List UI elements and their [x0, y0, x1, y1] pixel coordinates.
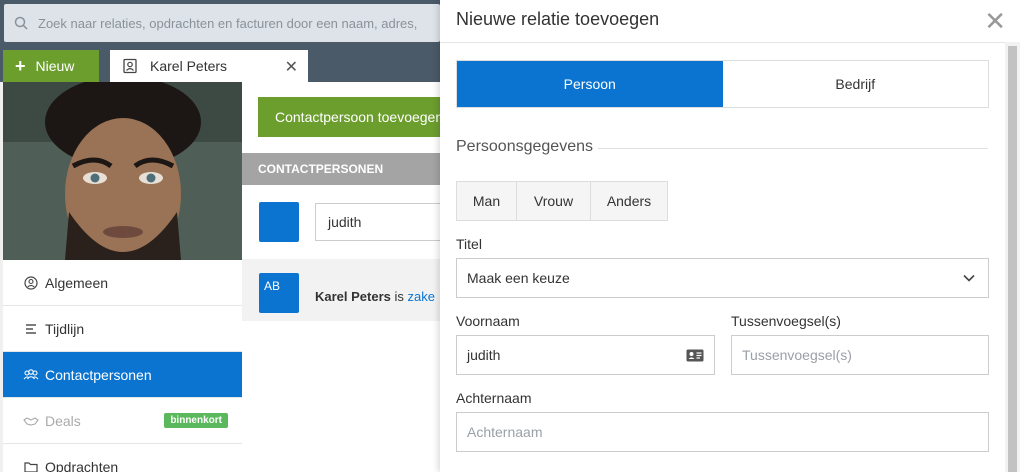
folder-icon [23, 459, 39, 472]
sidebar: Algemeen Tijdlijn Contactpersonen Deals … [3, 260, 249, 472]
achternaam-field[interactable]: Achternaam [456, 412, 989, 452]
gender-option-vrouw[interactable]: Vrouw [517, 182, 591, 220]
sidebar-item-tijdlijn[interactable]: Tijdlijn [3, 306, 242, 352]
sidebar-item-label: Contactpersonen [45, 366, 152, 383]
main-content: Contactpersoon toevoegen CONTACTPERSONEN… [242, 82, 440, 472]
gender-toggle: Man Vrouw Anders [456, 181, 668, 221]
user-circle-icon [23, 275, 39, 291]
achternaam-label: Achternaam [456, 390, 532, 406]
contacts-section-header: CONTACTPERSONEN [242, 153, 440, 185]
tab-karel-peters[interactable]: Karel Peters ✕ [110, 50, 308, 82]
sidebar-item-deals: Deals binnenkort [3, 398, 242, 444]
gender-option-anders[interactable]: Anders [591, 182, 667, 220]
contact-search-input[interactable]: judith [315, 203, 440, 241]
new-button-label: Nieuw [35, 58, 75, 74]
coming-soon-badge: binnenkort [164, 413, 228, 428]
titel-select[interactable]: Maak een keuze [456, 258, 989, 298]
global-search-input[interactable]: Zoek naar relaties, opdrachten en factur… [4, 4, 440, 42]
sidebar-item-opdrachten[interactable]: Opdrachten [3, 444, 242, 472]
contact-description: Karel Peters is zake [315, 289, 435, 304]
section-title: Persoonsgegevens [456, 138, 593, 155]
sidebar-item-label: Algemeen [45, 274, 109, 291]
scrollbar-thumb[interactable] [1008, 46, 1017, 472]
titel-label: Titel [456, 236, 482, 252]
timeline-icon [23, 321, 39, 337]
tab-row: + Nieuw Karel Peters ✕ [0, 50, 440, 82]
id-card-icon [686, 349, 704, 362]
users-icon [23, 367, 39, 383]
new-button[interactable]: + Nieuw [3, 50, 99, 82]
contact-link[interactable]: zake [408, 289, 435, 304]
avatar: AB [259, 273, 299, 313]
tussenvoegsel-field[interactable]: Tussenvoegsel(s) [731, 335, 989, 375]
gender-option-man[interactable]: Man [457, 182, 517, 220]
plus-icon: + [15, 56, 26, 76]
contact-search-row: judith [242, 185, 440, 257]
sidebar-item-label: Deals [45, 412, 81, 429]
voornaam-field[interactable]: judith [456, 335, 715, 375]
contact-name: Karel Peters [315, 289, 391, 304]
relation-type-toggle: Persoon Bedrijf [456, 60, 989, 108]
chevron-down-icon [963, 274, 975, 282]
voornaam-label: Voornaam [456, 313, 520, 329]
sidebar-item-label: Tijdlijn [45, 320, 85, 337]
tussenvoegsel-label: Tussenvoegsel(s) [731, 313, 841, 329]
sidebar-item-algemeen[interactable]: Algemeen [3, 260, 242, 306]
search-icon [14, 16, 28, 30]
list-item[interactable]: AB Karel Peters is zake [242, 259, 440, 321]
titel-select-value: Maak een keuze [467, 270, 570, 286]
scrollbar[interactable] [1005, 42, 1020, 472]
new-relation-panel: Nieuwe relatie toevoegen ✕ Persoon Bedri… [440, 0, 1020, 472]
avatar [259, 202, 299, 242]
close-tab-icon[interactable]: ✕ [285, 57, 298, 77]
close-icon[interactable]: ✕ [984, 8, 1006, 34]
type-option-bedrijf[interactable]: Bedrijf [722, 61, 988, 107]
top-bar: Zoek naar relaties, opdrachten en factur… [0, 0, 440, 50]
profile-photo [3, 82, 242, 260]
sidebar-item-contactpersonen[interactable]: Contactpersonen [3, 352, 249, 398]
divider [440, 42, 1020, 43]
tab-label: Karel Peters [150, 58, 228, 74]
sidebar-item-label: Opdrachten [45, 458, 119, 472]
search-placeholder: Zoek naar relaties, opdrachten en factur… [38, 15, 418, 31]
panel-title: Nieuwe relatie toevoegen [456, 9, 660, 29]
type-option-persoon[interactable]: Persoon [457, 61, 723, 107]
add-contact-button[interactable]: Contactpersoon toevoegen [258, 97, 440, 137]
voornaam-value: judith [467, 347, 501, 363]
handshake-icon [23, 413, 39, 429]
divider [598, 148, 988, 149]
contact-card-icon [122, 58, 138, 74]
contact-is: is [394, 289, 404, 304]
